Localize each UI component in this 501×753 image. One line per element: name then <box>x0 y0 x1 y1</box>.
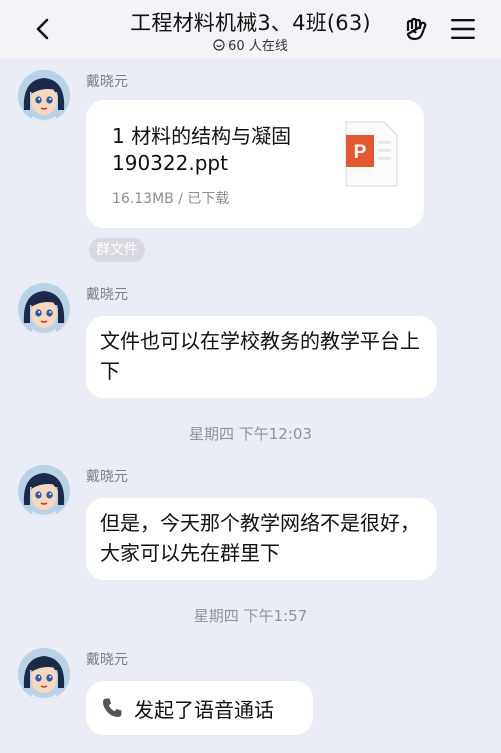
text-message-bubble[interactable]: 但是，今天那个教学网络不是很好，大家可以先在群里下 <box>86 498 437 580</box>
avatar-anime-portrait <box>18 648 70 700</box>
voice-call-message-bubble[interactable]: 发起了语音通话 <box>86 681 313 735</box>
svg-text:P: P <box>354 142 367 163</box>
avatar-anime-portrait <box>18 283 70 335</box>
group-file-tag[interactable]: 群文件 <box>89 238 145 262</box>
voice-call-text: 发起了语音通话 <box>134 697 274 722</box>
sender-name: 戴晓元 <box>86 287 128 303</box>
avatar[interactable] <box>18 648 70 700</box>
timestamp: 星期四 下午12:03 <box>189 425 312 443</box>
timestamp: 星期四 下午1:57 <box>193 607 308 625</box>
phone-icon <box>103 698 122 717</box>
avatar-anime-portrait <box>18 70 70 122</box>
sender-name: 戴晓元 <box>86 469 128 485</box>
online-count: 60 人在线 <box>228 39 288 54</box>
chat-header: 工程材料机械3、4班(63) 60 人在线 <box>0 0 501 58</box>
file-message-bubble[interactable]: 1 材料的结构与凝固190322.ppt 16.13MB / 已下载 P <box>86 100 424 228</box>
menu-button[interactable] <box>447 13 479 45</box>
menu-icon <box>451 19 475 39</box>
ppt-file-icon: P <box>345 121 398 187</box>
hand-gesture-icon <box>406 17 427 41</box>
avatar[interactable] <box>18 70 70 122</box>
avatar[interactable] <box>18 465 70 517</box>
sender-name: 戴晓元 <box>86 652 128 668</box>
file-meta: 16.13MB / 已下载 <box>112 191 230 207</box>
avatar[interactable] <box>18 283 70 335</box>
online-status-icon <box>213 38 225 51</box>
avatar-anime-portrait <box>18 465 70 517</box>
group-app-button[interactable] <box>401 13 433 45</box>
file-name: 1 材料的结构与凝固190322.ppt <box>112 124 292 175</box>
sender-name: 戴晓元 <box>86 74 128 90</box>
text-message-bubble[interactable]: 文件也可以在学校教务的教学平台上下 <box>86 316 437 398</box>
